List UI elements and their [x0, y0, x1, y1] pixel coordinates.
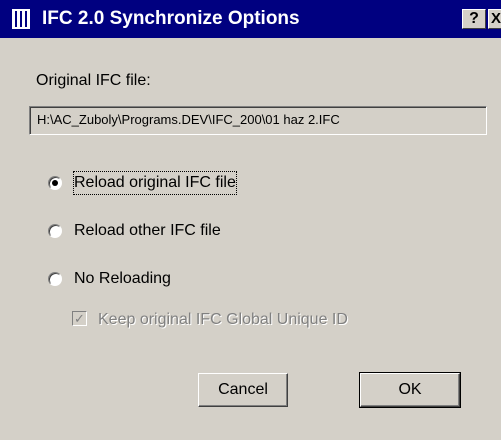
close-icon: X — [491, 10, 501, 27]
radio-label-reload-other[interactable]: Reload other IFC file — [74, 220, 221, 242]
window-title: IFC 2.0 Synchronize Options — [42, 8, 300, 29]
original-ifc-file-path-field: H:\AC_Zuboly\Programs.DEV\IFC_200\01 haz… — [29, 106, 487, 135]
checkbox-checked-icon: ✓ — [72, 311, 87, 326]
close-button[interactable]: X — [488, 9, 501, 29]
ok-button[interactable]: OK — [359, 372, 461, 408]
help-icon: ? — [469, 10, 479, 27]
keep-guid-label: Keep original IFC Global Unique ID — [98, 311, 348, 328]
radio-button-icon[interactable] — [48, 272, 62, 286]
radio-button-icon[interactable] — [48, 224, 62, 238]
title-bar[interactable]: IFC 2.0 Synchronize Options ? X — [0, 0, 501, 38]
radio-label-no-reloading[interactable]: No Reloading — [74, 268, 171, 290]
original-ifc-file-label: Original IFC file: — [36, 72, 151, 89]
app-icon — [12, 9, 30, 29]
help-button[interactable]: ? — [462, 9, 486, 29]
radio-selected-dot-icon — [52, 180, 58, 186]
radio-button-icon[interactable] — [48, 176, 62, 190]
synchronize-options-dialog: IFC 2.0 Synchronize Options ? X Original… — [0, 0, 501, 440]
cancel-button[interactable]: Cancel — [198, 373, 288, 407]
radio-label-reload-original[interactable]: Reload original IFC file — [73, 171, 237, 195]
